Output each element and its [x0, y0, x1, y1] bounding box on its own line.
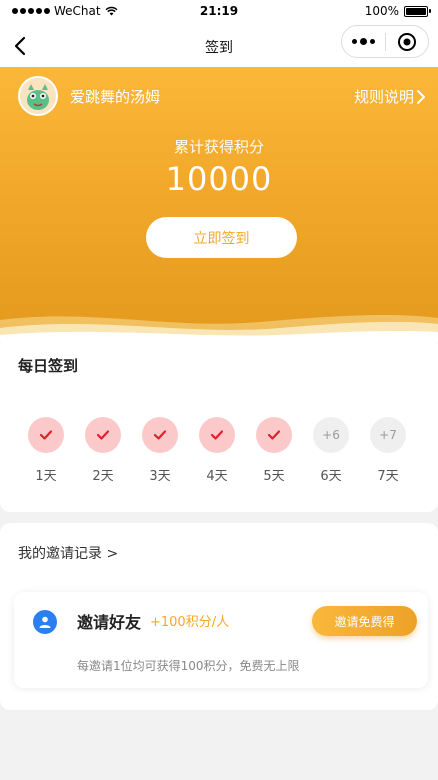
invite-description: 每邀请1位均可获得100积分，免费无上限 — [77, 659, 300, 673]
nav-bar: 签到 — [0, 24, 438, 68]
day-status-circle — [199, 417, 235, 453]
signin-day-5[interactable]: 5天 — [254, 417, 294, 484]
signin-day-4[interactable]: 4天 — [197, 417, 237, 484]
day-label: 1天 — [35, 469, 57, 484]
day-status-circle — [142, 417, 178, 453]
battery-fill — [406, 7, 426, 15]
day-bonus-mark: +7 — [379, 428, 397, 442]
user-info: 爱跳舞的汤姆 — [18, 76, 160, 116]
invite-free-button[interactable]: 邀请免费得 — [312, 606, 417, 636]
check-icon — [153, 430, 167, 440]
day-label: 6天 — [320, 469, 342, 484]
signin-day-3[interactable]: 3天 — [140, 417, 180, 484]
check-icon — [210, 430, 224, 440]
avatar[interactable] — [18, 76, 58, 116]
signin-day-1[interactable]: 1天 — [26, 417, 66, 484]
more-dot-icon — [370, 39, 375, 44]
more-button[interactable] — [342, 26, 385, 57]
user-icon — [33, 610, 57, 634]
status-right: 100% — [364, 4, 431, 18]
rules-label: 规则说明 — [353, 88, 414, 106]
day-status-circle — [256, 417, 292, 453]
avatar-image — [20, 78, 56, 114]
day-label: 3天 — [149, 469, 171, 484]
daily-signin-card: 每日签到 1天 2天 3天 4天 5天 +6 6天 +7 7天 — [0, 336, 438, 512]
day-bonus-mark: +6 — [322, 428, 340, 442]
points-hero: 爱跳舞的汤姆 规则说明 累计获得积分 10000 立即签到 — [0, 67, 438, 342]
invite-friends-box: 邀请好友 +100积分/人 邀请免费得 每邀请1位均可获得100积分，免费无上限 — [14, 592, 428, 688]
chevron-right-icon — [417, 89, 425, 104]
day-status-circle: +6 — [313, 417, 349, 453]
day-status-circle — [85, 417, 121, 453]
day-status-circle: +7 — [370, 417, 406, 453]
check-icon — [96, 430, 110, 440]
close-mini-program-button[interactable] — [386, 26, 428, 57]
signin-button[interactable]: 立即签到 — [146, 217, 297, 258]
check-icon — [267, 430, 281, 440]
check-icon — [39, 430, 53, 440]
mini-program-capsule — [341, 25, 429, 58]
battery-percent: 100% — [364, 4, 399, 18]
day-label: 7天 — [377, 469, 399, 484]
daily-signin-title: 每日签到 — [18, 357, 79, 375]
invite-title: 邀请好友 — [77, 613, 142, 632]
battery-icon — [404, 5, 431, 17]
more-dot-icon — [352, 39, 357, 44]
day-status-circle — [28, 417, 64, 453]
invite-record-link[interactable]: 我的邀请记录 > — [18, 543, 118, 563]
invite-bonus: +100积分/人 — [150, 615, 230, 630]
invite-card: 我的邀请记录 > 邀请好友 +100积分/人 邀请免费得 每邀请1位均可获得10… — [0, 523, 438, 710]
signin-day-2[interactable]: 2天 — [83, 417, 123, 484]
points-value: 10000 — [165, 160, 273, 198]
rules-link[interactable]: 规则说明 — [354, 86, 426, 107]
day-label: 4天 — [206, 469, 228, 484]
user-glyph-icon — [39, 616, 51, 628]
more-dot-icon — [360, 38, 367, 45]
signin-day-7[interactable]: +7 7天 — [368, 417, 408, 484]
user-name: 爱跳舞的汤姆 — [70, 87, 161, 106]
day-label: 2天 — [92, 469, 114, 484]
signin-day-6[interactable]: +6 6天 — [311, 417, 351, 484]
target-close-icon — [397, 32, 416, 51]
status-bar: WeChat 21:19 100% — [0, 0, 438, 24]
day-label: 5天 — [263, 469, 285, 484]
points-label: 累计获得积分 — [173, 138, 264, 156]
